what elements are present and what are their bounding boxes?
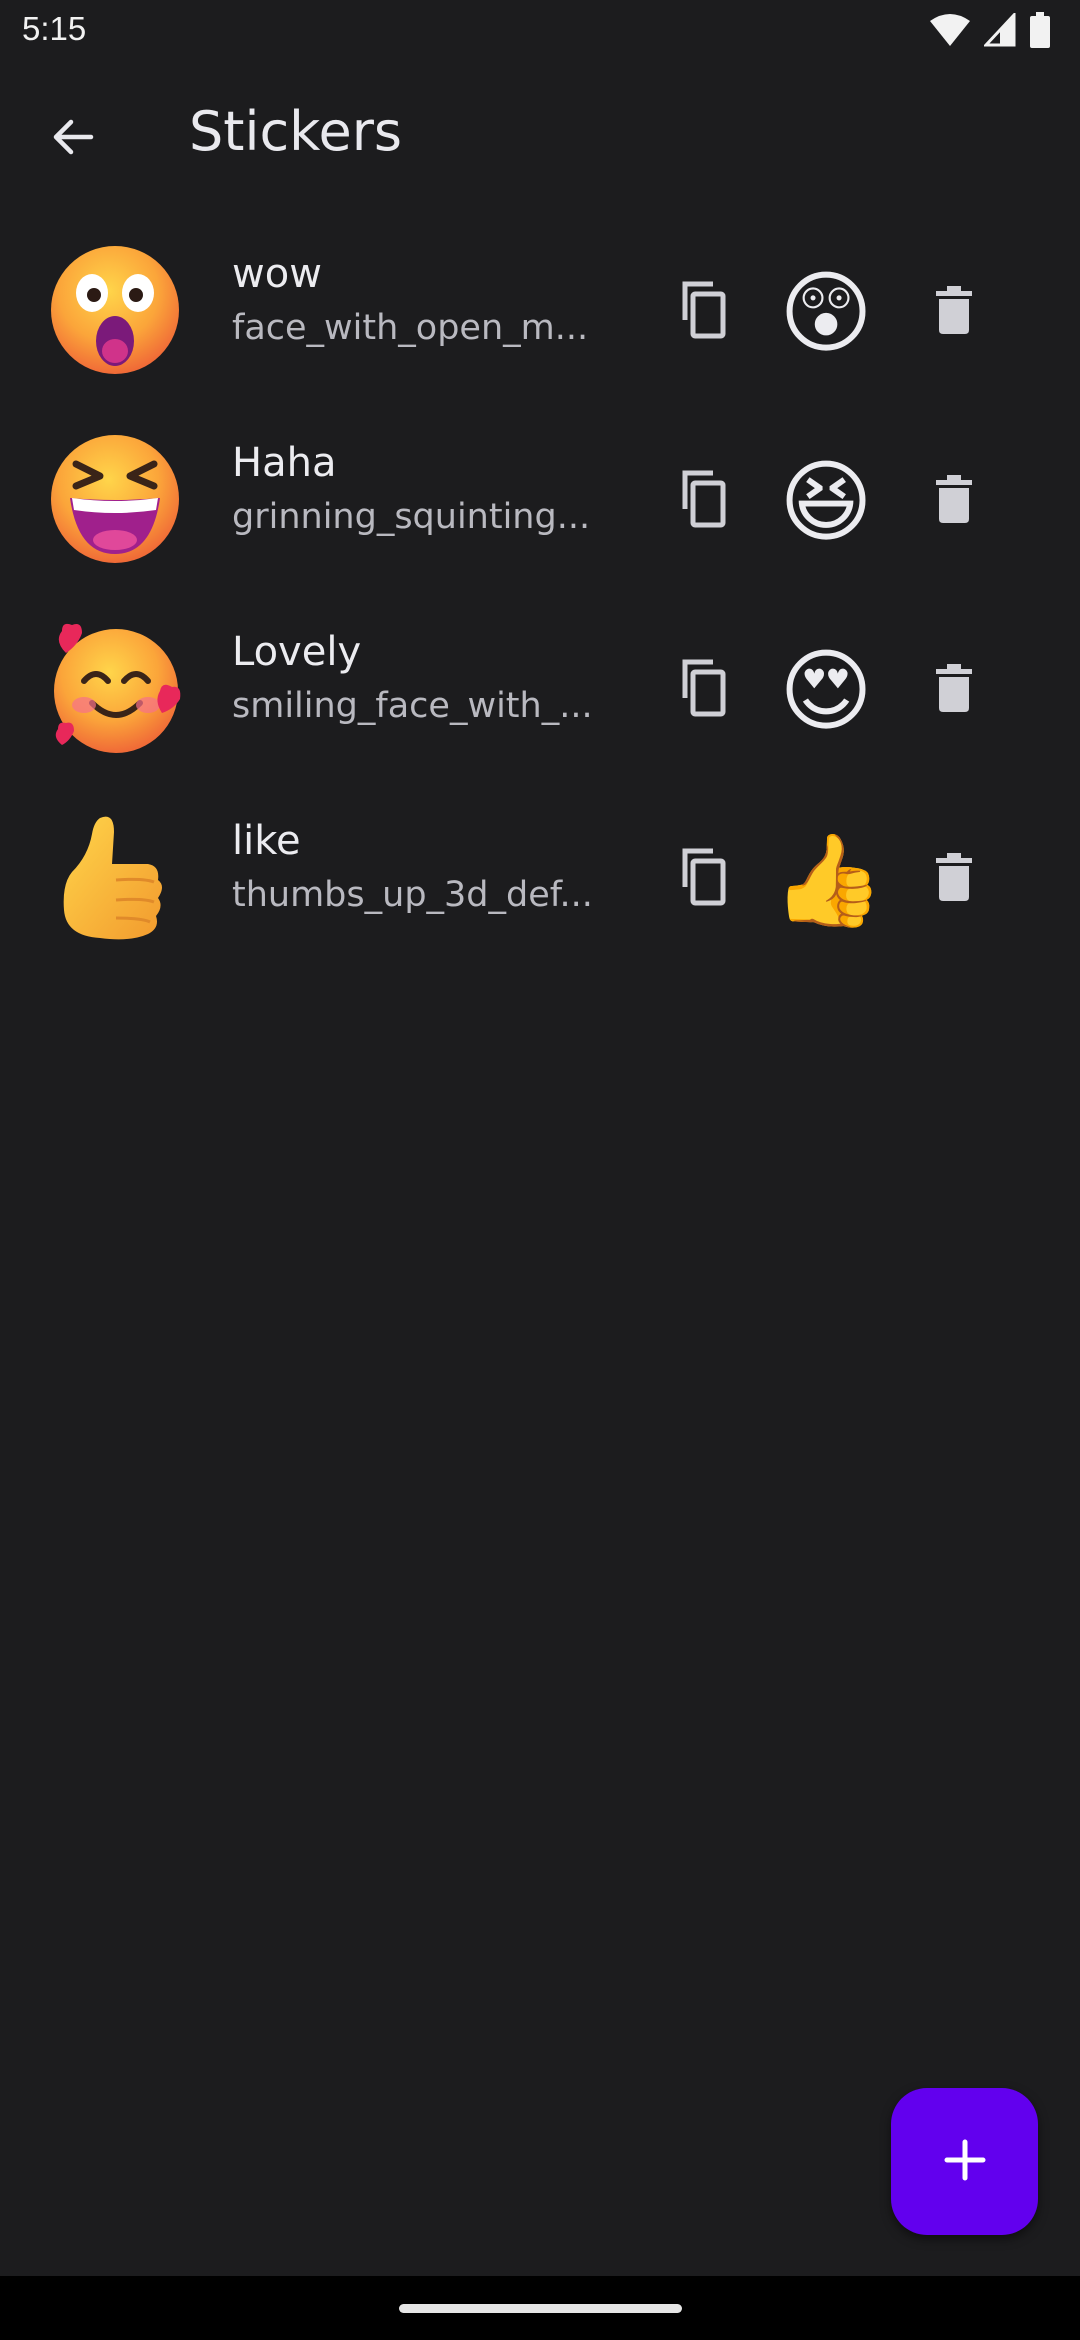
copy-button[interactable] (665, 650, 737, 730)
sticker-filename: grinning_squinting... (232, 497, 591, 537)
delete-icon (934, 853, 974, 905)
sticker-row[interactable]: Lovely smiling_face_with_... 😍 (0, 598, 1080, 787)
battery-icon (1030, 12, 1050, 52)
status-icons (930, 11, 1050, 52)
copy-button[interactable] (665, 461, 737, 541)
sticker-thumbnail-wow (48, 243, 183, 378)
copy-button[interactable] (665, 272, 737, 352)
sticker-row[interactable]: like thumbs_up_3d_def... 👍 (0, 787, 1080, 976)
sticker-thumbnail-like (48, 810, 183, 945)
emoji-chip: 👍 (772, 828, 885, 933)
sticker-thumbnail-haha (48, 432, 183, 567)
sticker-name: like (232, 818, 301, 864)
delete-icon (934, 475, 974, 527)
delete-button[interactable] (922, 461, 986, 541)
add-sticker-button[interactable] (891, 2088, 1038, 2235)
back-button[interactable] (38, 104, 108, 174)
navigation-bar (0, 2276, 1080, 2340)
sticker-text: like thumbs_up_3d_def... (232, 815, 602, 923)
delete-button[interactable] (922, 650, 986, 730)
copy-button[interactable] (665, 839, 737, 919)
sticker-row[interactable]: Haha grinning_squinting... 😆 (0, 409, 1080, 598)
sticker-name: Haha (232, 440, 337, 486)
copy-icon (673, 658, 729, 722)
arrow-back-icon (49, 113, 97, 165)
sticker-filename: smiling_face_with_... (232, 686, 593, 726)
sticker-filename: face_with_open_m... (232, 308, 589, 348)
app-bar: Stickers (0, 64, 1080, 208)
status-bar: 5:15 (0, 0, 1080, 64)
wifi-icon (930, 13, 970, 51)
status-time: 5:15 (22, 10, 87, 47)
copy-icon (673, 847, 729, 911)
delete-icon (934, 286, 974, 338)
copy-icon (673, 280, 729, 344)
delete-button[interactable] (922, 839, 986, 919)
sticker-thumbnail-lovely (48, 621, 183, 756)
home-indicator[interactable] (399, 2304, 682, 2313)
sticker-name: wow (232, 251, 322, 297)
plus-icon (943, 2138, 987, 2186)
sticker-text: wow face_with_open_m... (232, 248, 602, 356)
copy-icon (673, 469, 729, 533)
delete-icon (934, 664, 974, 716)
cell-signal-icon (982, 11, 1016, 51)
emoji-chip: 😲 (779, 261, 873, 366)
sticker-row[interactable]: wow face_with_open_m... 😲 (0, 220, 1080, 409)
sticker-name: Lovely (232, 629, 362, 675)
sticker-filename: thumbs_up_3d_def... (232, 875, 593, 915)
sticker-text: Haha grinning_squinting... (232, 437, 602, 545)
delete-button[interactable] (922, 272, 986, 352)
emoji-chip: 😍 (779, 639, 873, 744)
sticker-list: wow face_with_open_m... 😲 Haha grinning_… (0, 220, 1080, 976)
emoji-chip: 😆 (779, 450, 873, 555)
page-title: Stickers (189, 100, 403, 163)
sticker-text: Lovely smiling_face_with_... (232, 626, 602, 734)
